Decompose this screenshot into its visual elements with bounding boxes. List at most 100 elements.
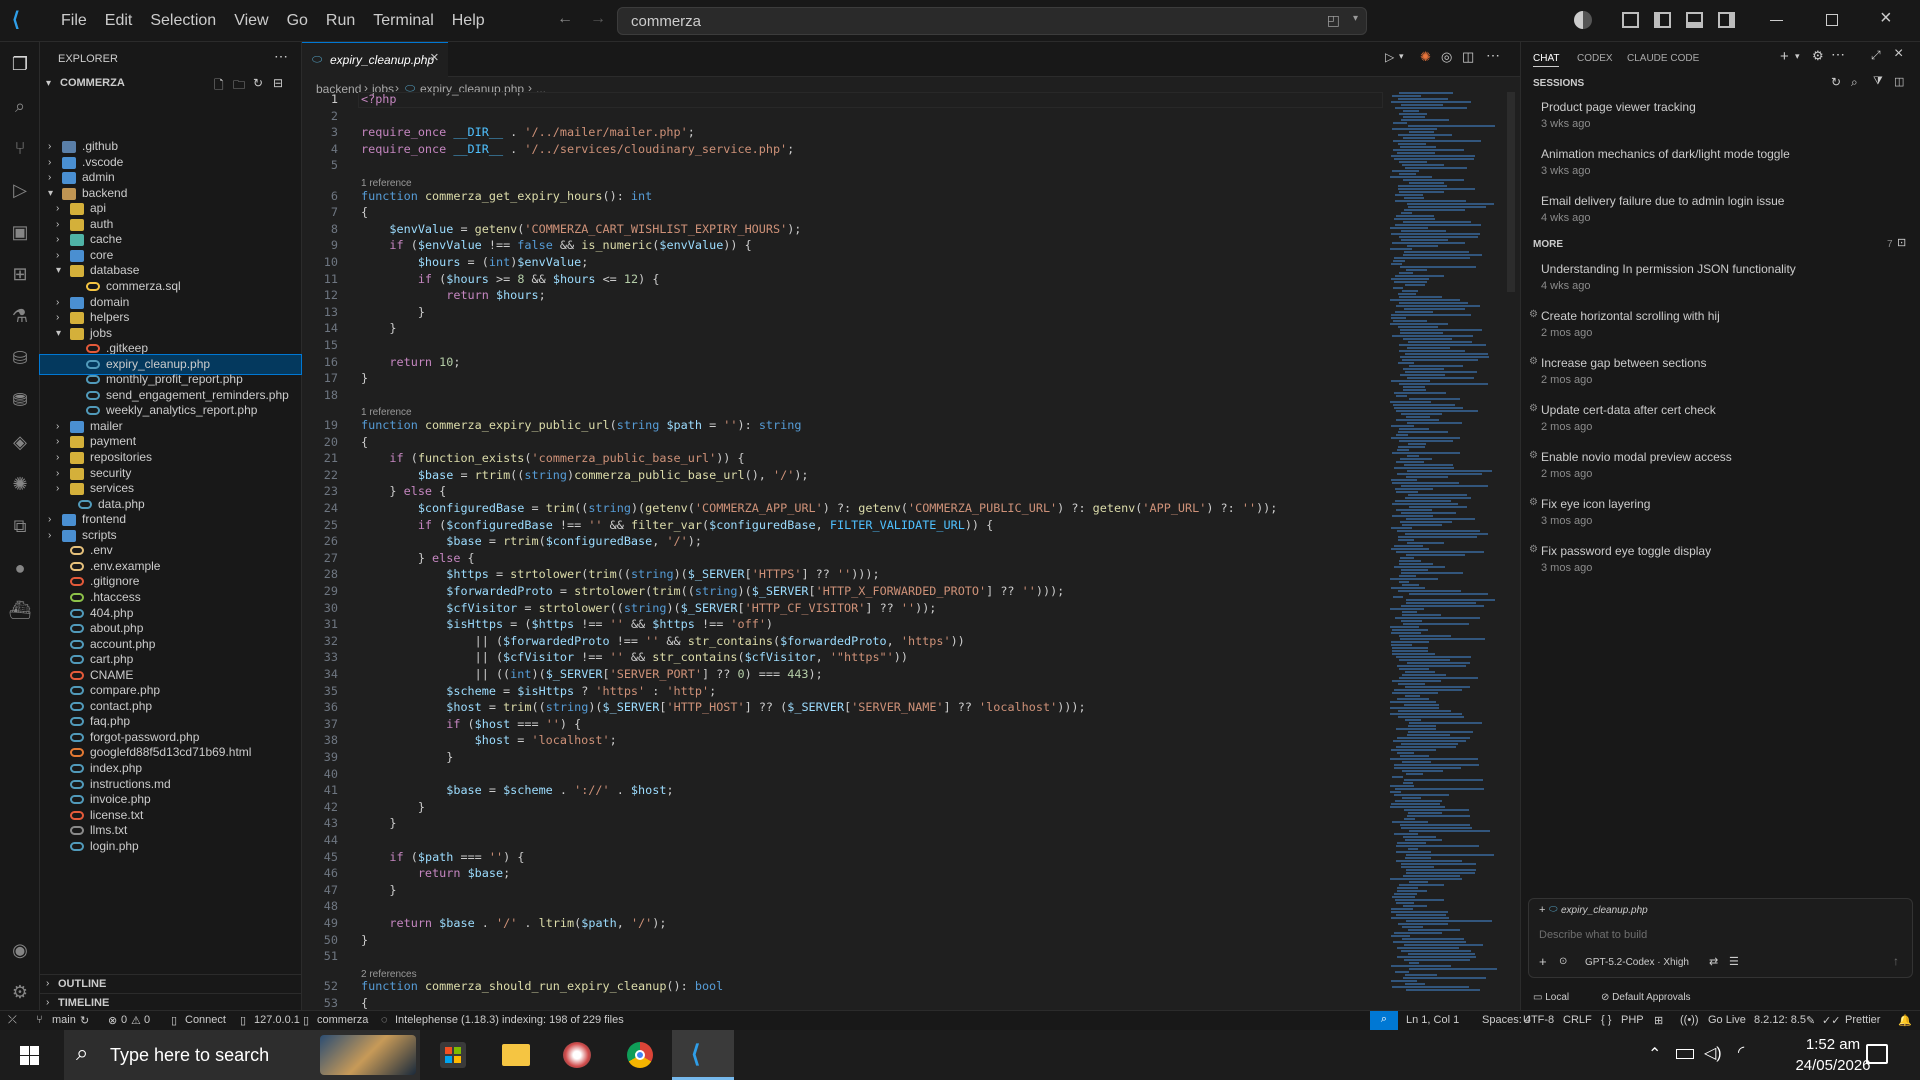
battery-icon[interactable] (1676, 1049, 1694, 1059)
close-tab-icon[interactable]: × (430, 49, 439, 66)
zoom-icon[interactable]: ⌕ (1370, 1011, 1398, 1030)
chat-input-box[interactable]: + ⬭ expiry_cleanup.php Describe what to … (1528, 898, 1913, 978)
code-line[interactable]: { (361, 205, 368, 219)
minimize-icon[interactable] (1770, 20, 1783, 21)
maximize-panel-icon[interactable]: ⤢ (1871, 48, 1881, 63)
more-actions-icon[interactable]: ⋯ (274, 48, 288, 65)
code-line[interactable]: require_once __DIR__ . '/../services/clo… (361, 142, 794, 156)
sync-icon[interactable]: ↻ (80, 1014, 89, 1027)
session-item[interactable]: Email delivery failure due to admin logi… (1541, 194, 1911, 224)
ip-label[interactable]: 127.0.0.1 (254, 1014, 300, 1026)
code-line[interactable]: } (361, 305, 425, 319)
code-line[interactable]: || ((int)($_SERVER['SERVER_PORT'] ?? 0) … (361, 667, 823, 681)
code-line[interactable]: if (function_exists('commerza_public_bas… (361, 451, 744, 465)
menu-item-terminal[interactable]: Terminal (364, 10, 442, 32)
code-line[interactable]: return 10; (361, 355, 460, 369)
code-line[interactable]: } (361, 883, 396, 897)
vertical-scrollbar[interactable] (1507, 92, 1515, 292)
refresh-icon[interactable]: ↻ (1831, 75, 1841, 89)
search-icon[interactable]: ⌕ (1851, 75, 1858, 90)
session-item[interactable]: ⚙ Create horizontal scrolling with hij 2 m… (1529, 309, 1911, 339)
new-folder-icon[interactable]: 🗀 (233, 76, 245, 97)
add-context-icon[interactable]: + (1539, 904, 1545, 916)
filter-icon[interactable]: ⧩ (1873, 75, 1883, 88)
tab-expiry-cleanup[interactable]: ⬭ expiry_cleanup.php × (302, 42, 448, 77)
go-live-button[interactable]: Go Live (1708, 1014, 1746, 1026)
code-line[interactable]: require_once __DIR__ . '/../mailer/maile… (361, 125, 695, 139)
docker-icon[interactable]: ⛴ (8, 598, 32, 622)
encoding[interactable]: UTF-8 (1523, 1014, 1554, 1026)
database-icon[interactable]: ⛁ (8, 346, 32, 370)
manage-gear-icon[interactable]: ⚙ (8, 980, 32, 1004)
extension-icon[interactable]: ⊞ (1654, 1014, 1663, 1027)
copilot-chat-icon[interactable]: ◰ (1327, 12, 1340, 29)
extensions-icon[interactable]: ⊞ (8, 262, 32, 286)
chat-settings-gear-icon[interactable]: ⚙ (1812, 48, 1824, 64)
chevron-down-icon[interactable]: ▾ (1795, 51, 1800, 62)
error-count[interactable]: 0 (121, 1014, 127, 1026)
code-line[interactable]: return $base . '/' . ltrim($path, '/'); (361, 916, 666, 930)
testing-icon[interactable]: ⚗ (8, 304, 32, 328)
toggle-sidebar-icon[interactable]: ◫ (1894, 75, 1904, 88)
clock-date[interactable]: 24/05/2026 (1788, 1057, 1878, 1074)
editor-more-icon[interactable]: ⋯ (1486, 47, 1500, 64)
remote-explorer-icon[interactable]: ▣ (8, 220, 32, 244)
layers-icon[interactable]: ◈ (8, 430, 32, 454)
model-selector[interactable]: GPT-5.2-Codex · Xhigh (1585, 957, 1689, 968)
code-line[interactable]: } else { (361, 551, 475, 565)
tab-codex[interactable]: CODEX (1577, 53, 1613, 64)
tools-icon[interactable]: ⇄ (1709, 955, 1718, 968)
microsoft-store-icon[interactable] (440, 1042, 466, 1068)
notification-bell-icon[interactable]: 🔔 (1898, 1014, 1912, 1027)
menu-item-file[interactable]: File (52, 10, 96, 32)
local-selector[interactable]: ▭ Local (1533, 992, 1569, 1003)
session-item[interactable]: Understanding In permission JSON functio… (1541, 262, 1911, 292)
php-version[interactable]: 8.2.12: 8.5 (1754, 1014, 1806, 1026)
code-line[interactable]: } (361, 750, 453, 764)
close-icon[interactable]: × (1880, 7, 1892, 30)
outline-section[interactable]: › OUTLINE (40, 974, 301, 993)
code-line[interactable]: $hours = (int)$envValue; (361, 255, 589, 269)
toggle-panel-icon[interactable] (1686, 12, 1703, 28)
refresh-icon[interactable]: ↻ (253, 76, 263, 90)
chat-more-icon[interactable]: ⋯ (1831, 46, 1845, 63)
account-icon[interactable]: ◉ (8, 938, 32, 962)
code-line[interactable]: if ($hours >= 8 && $hours <= 12) { (361, 272, 660, 286)
volume-icon[interactable]: ◁) (1704, 1043, 1722, 1063)
search-icon[interactable]: ⌕ (8, 94, 32, 118)
new-file-icon[interactable]: 🗋 (214, 76, 224, 97)
claude-icon[interactable]: ✺ (8, 472, 32, 496)
tab-chat[interactable]: CHAT (1533, 53, 1560, 67)
back-arrow-icon[interactable]: ← (557, 10, 573, 28)
chevron-down-icon[interactable]: ▾ (1353, 13, 1358, 24)
code-line[interactable]: $forwardedProto = strtolower(trim((strin… (361, 584, 1064, 598)
code-line[interactable]: $base = $scheme . '://' . $host; (361, 783, 673, 797)
code-line[interactable]: || ($forwardedProto !== '' && str_contai… (361, 634, 965, 648)
code-line[interactable]: function commerza_should_run_expiry_clea… (361, 979, 723, 993)
code-line[interactable]: if ($host === '') { (361, 717, 581, 731)
live-preview-icon[interactable]: ◎ (1441, 49, 1452, 65)
code-line[interactable]: if ($envValue !== false && is_numeric($e… (361, 238, 751, 252)
codelens-references[interactable]: 1 reference (361, 407, 412, 418)
code-line[interactable]: } (361, 321, 396, 335)
warning-count[interactable]: 0 (144, 1014, 150, 1026)
context-icon[interactable]: ☰ (1729, 955, 1739, 968)
codelens-references[interactable]: 1 reference (361, 178, 412, 189)
collapse-all-icon[interactable]: ⊟ (273, 76, 283, 90)
source-control-icon[interactable]: ⑂ (8, 136, 32, 160)
clock-time[interactable]: 1:52 am (1788, 1036, 1878, 1053)
accounts-icon[interactable] (1574, 11, 1592, 29)
code-line[interactable]: } (361, 816, 396, 830)
context-file-chip[interactable]: expiry_cleanup.php (1561, 905, 1648, 916)
code-line[interactable]: $base = rtrim($configuredBase, '/'); (361, 534, 702, 548)
code-line[interactable]: $host = 'localhost'; (361, 733, 617, 747)
explorer-root-label[interactable]: COMMERZA (60, 77, 125, 89)
code-line[interactable]: return $hours; (361, 288, 545, 302)
taskbar-search-box[interactable]: ⌕ Type here to search (64, 1030, 420, 1080)
session-item[interactable]: Animation mechanics of dark/light mode t… (1541, 147, 1911, 177)
menu-item-help[interactable]: Help (443, 10, 494, 32)
cursor-position[interactable]: Ln 1, Col 1 (1406, 1014, 1459, 1026)
code-line[interactable]: } else { (361, 484, 446, 498)
menu-item-edit[interactable]: Edit (96, 10, 142, 32)
session-item[interactable]: ⚙ Fix eye icon layering 3 mos ago (1529, 497, 1911, 527)
